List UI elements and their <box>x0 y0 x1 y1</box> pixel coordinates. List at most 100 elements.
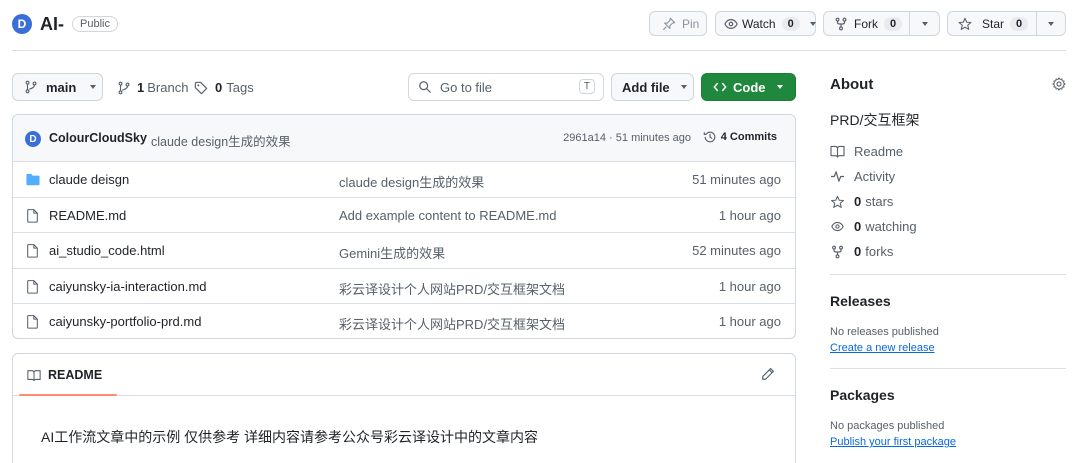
sidebar-divider <box>830 368 1066 369</box>
file-row[interactable]: caiyunsky-portfolio-prd.md 彩云译设计个人网站PRD/… <box>12 303 796 339</box>
watch-label: Watch <box>742 16 776 31</box>
file-commit-time: 52 minutes ago <box>692 243 781 258</box>
watch-button[interactable]: Watch 0 <box>715 11 816 36</box>
commit-author-avatar[interactable]: D <box>25 131 41 147</box>
file-icon <box>26 279 39 294</box>
file-name[interactable]: ai_studio_code.html <box>49 243 165 258</box>
go-to-file-input[interactable]: Go to file T <box>408 73 604 101</box>
pin-button[interactable]: Pin <box>649 11 707 36</box>
chevron-down-icon[interactable] <box>922 22 928 26</box>
file-commit-message[interactable]: Gemini生成的效果 <box>339 243 445 262</box>
eye-icon <box>724 17 738 31</box>
commit-hash-time[interactable]: 2961a14 · 51 minutes ago <box>563 132 691 144</box>
branch-selector[interactable]: main <box>12 73 103 101</box>
file-commit-message[interactable]: 彩云译设计个人网站PRD/交互框架文档 <box>339 314 565 333</box>
eye-icon <box>830 220 854 233</box>
sidebar-divider <box>830 274 1066 275</box>
branch-name: main <box>46 79 77 95</box>
repo-name[interactable]: AI- <box>40 14 64 35</box>
watching-link[interactable]: 0 watching <box>830 219 917 234</box>
folder-icon <box>26 173 40 186</box>
stars-count: 0 <box>854 194 862 209</box>
gear-icon[interactable] <box>1052 77 1066 91</box>
tag-label: Tags <box>226 80 254 95</box>
chevron-down-icon <box>809 21 816 26</box>
owner-avatar[interactable]: D <box>12 14 32 34</box>
commit-message[interactable]: claude design生成的效果 <box>151 131 291 150</box>
about-heading: About <box>830 76 874 93</box>
file-row[interactable]: caiyunsky-ia-interaction.md 彩云译设计个人网站PRD… <box>12 267 796 304</box>
chevron-down-icon <box>776 85 783 89</box>
fork-label: Fork <box>854 16 878 31</box>
file-commit-time: 1 hour ago <box>718 278 781 294</box>
branch-label: Branch <box>147 80 189 95</box>
pin-label: Pin <box>682 16 700 31</box>
commits-link[interactable]: 4 Commits <box>703 130 777 144</box>
file-name[interactable]: README.md <box>49 208 126 223</box>
file-row[interactable]: claude deisgn claude design生成的效果 51 minu… <box>12 161 796 197</box>
activity-link[interactable]: Activity <box>830 169 895 184</box>
watch-count: 0 <box>781 16 800 31</box>
readme-tab[interactable]: README <box>27 368 102 382</box>
visibility-badge: Public <box>72 16 118 32</box>
git-branch-icon <box>117 81 131 95</box>
repo-header: D AI- Public <box>12 12 118 36</box>
forks-count: 0 <box>854 244 862 259</box>
about-description: PRD/交互框架 <box>830 112 920 128</box>
stars-link[interactable]: 0 stars <box>830 194 893 209</box>
file-commit-message[interactable]: Add example content to README.md <box>339 208 557 223</box>
releases-heading[interactable]: Releases <box>830 293 891 309</box>
file-name[interactable]: claude deisgn <box>49 172 129 187</box>
file-row[interactable]: README.md Add example content to README.… <box>12 196 796 233</box>
commit-author[interactable]: ColourCloudSky <box>49 131 147 145</box>
file-icon <box>26 244 39 258</box>
chevron-down-icon[interactable] <box>1048 22 1054 26</box>
star-label: Star <box>982 16 1005 31</box>
forks-link[interactable]: 0 forks <box>830 244 893 259</box>
create-release-link[interactable]: Create a new release <box>830 342 935 354</box>
readme-link-label: Readme <box>854 144 904 159</box>
commits-label: 4 Commits <box>720 131 777 143</box>
chevron-down-icon <box>680 85 687 89</box>
tags-link[interactable]: 0 Tags <box>194 80 254 95</box>
star-button[interactable]: Star 0 <box>947 11 1066 36</box>
tag-count: 0 <box>215 80 223 95</box>
readme-link[interactable]: Readme <box>830 144 903 159</box>
latest-commit-bar: D ColourCloudSky claude design生成的效果 2961… <box>13 115 795 162</box>
header-divider <box>12 50 1066 51</box>
packages-heading[interactable]: Packages <box>830 387 895 403</box>
star-icon <box>958 17 972 31</box>
add-file-button[interactable]: Add file <box>611 73 694 101</box>
activity-link-label: Activity <box>854 169 896 184</box>
file-row[interactable]: ai_studio_code.html Gemini生成的效果 52 minut… <box>12 232 796 268</box>
file-commit-time: 51 minutes ago <box>692 172 781 187</box>
add-file-label: Add file <box>622 79 670 95</box>
readme-content: AI工作流文章中的示例 仅供参考 详细内容请参考公众号彩云译设计中的文章内容 <box>41 429 539 445</box>
fork-icon <box>834 17 848 31</box>
search-placeholder: Go to file <box>440 79 493 95</box>
file-commit-message[interactable]: 彩云译设计个人网站PRD/交互框架文档 <box>339 279 565 298</box>
branch-count: 1 <box>137 80 145 95</box>
readme-tab-label: README <box>48 368 103 382</box>
fork-count: 0 <box>884 16 903 31</box>
keyboard-shortcut-badge: T <box>578 79 595 94</box>
fork-icon <box>830 245 854 259</box>
file-commit-message[interactable]: claude design生成的效果 <box>339 172 484 191</box>
fork-button[interactable]: Fork 0 <box>823 11 940 36</box>
branches-link[interactable]: 1 Branch <box>117 80 188 95</box>
code-button[interactable]: Code <box>701 73 796 101</box>
readme-header: README <box>13 354 795 396</box>
book-icon <box>830 145 854 158</box>
code-icon <box>713 80 727 94</box>
releases-empty-text: No releases published <box>830 326 939 338</box>
git-branch-icon <box>24 80 38 94</box>
search-icon <box>418 80 432 94</box>
file-name[interactable]: caiyunsky-ia-interaction.md <box>49 279 207 294</box>
code-label: Code <box>733 79 766 95</box>
pencil-icon[interactable] <box>761 367 775 381</box>
publish-package-link[interactable]: Publish your first package <box>830 436 956 448</box>
file-name[interactable]: caiyunsky-portfolio-prd.md <box>49 314 201 329</box>
tag-icon <box>194 81 208 95</box>
stars-label: stars <box>865 194 894 209</box>
history-icon <box>703 130 717 144</box>
